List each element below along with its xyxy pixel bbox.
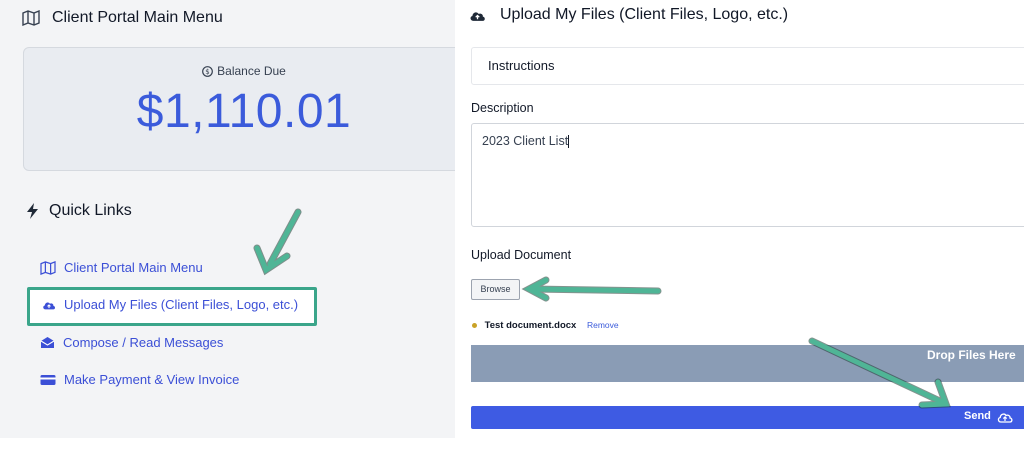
dollar-circle-icon: $ — [202, 65, 214, 77]
envelope-open-icon — [40, 337, 55, 348]
quick-links-title: Quick Links — [49, 202, 132, 219]
cloud-upload-icon — [997, 413, 1013, 423]
browse-button[interactable]: Browse — [471, 279, 520, 300]
text-cursor — [568, 135, 570, 149]
link-label: Compose / Read Messages — [63, 335, 224, 350]
lightning-icon — [27, 203, 38, 219]
dropzone-label: Drop Files Here — [927, 348, 1016, 362]
credit-card-icon — [40, 374, 56, 385]
link-compose-read-messages[interactable]: Compose / Read Messages — [40, 335, 223, 350]
balance-label: Balance Due — [217, 64, 286, 78]
menu-title: Client Portal Main Menu — [52, 9, 223, 26]
send-button[interactable]: Send — [471, 406, 1024, 429]
description-value: 2023 Client List — [482, 134, 569, 148]
upload-document-label: Upload Document — [471, 248, 572, 262]
description-field[interactable]: 2023 Client List — [471, 123, 1024, 227]
file-dropzone[interactable]: Drop Files Here — [471, 345, 1024, 382]
remove-file-link[interactable]: Remove — [587, 320, 619, 330]
attached-file: Test document.docx Remove — [472, 320, 619, 331]
svg-text:$: $ — [205, 68, 209, 76]
balance-label-row: $ Balance Due — [24, 64, 464, 78]
link-upload-my-files[interactable]: Upload My Files (Client Files, Logo, etc… — [42, 297, 298, 312]
cloud-upload-icon — [470, 11, 485, 21]
map-icon — [40, 260, 56, 275]
file-status-dot — [472, 322, 477, 328]
quick-links-header: Quick Links — [25, 202, 132, 220]
balance-card: $ Balance Due $1,110.01 — [23, 47, 465, 171]
description-label: Description — [471, 101, 534, 115]
file-name: Test document.docx — [484, 320, 577, 331]
upload-title: Upload My Files (Client Files, Logo, etc… — [500, 6, 789, 23]
send-label: Send — [964, 410, 991, 422]
instructions-panel[interactable]: Instructions — [471, 47, 1024, 85]
upload-files-panel: Upload My Files (Client Files, Logo, etc… — [455, 0, 1024, 438]
upload-title-row: Upload My Files (Client Files, Logo, etc… — [469, 6, 788, 24]
link-make-payment-view-invoice[interactable]: Make Payment & View Invoice — [40, 372, 239, 387]
link-client-portal-main-menu[interactable]: Client Portal Main Menu — [40, 260, 203, 275]
cloud-upload-icon — [43, 301, 56, 309]
instructions-label: Instructions — [488, 58, 555, 73]
balance-amount: $1,110.01 — [136, 85, 352, 138]
link-label: Client Portal Main Menu — [64, 260, 203, 275]
map-icon — [22, 10, 40, 26]
link-label: Upload My Files (Client Files, Logo, etc… — [64, 297, 299, 312]
link-label: Make Payment & View Invoice — [64, 372, 240, 387]
menu-header: Client Portal Main Menu — [22, 9, 223, 27]
client-portal-sidebar: Client Portal Main Menu $ Balance Due $1… — [0, 0, 465, 438]
